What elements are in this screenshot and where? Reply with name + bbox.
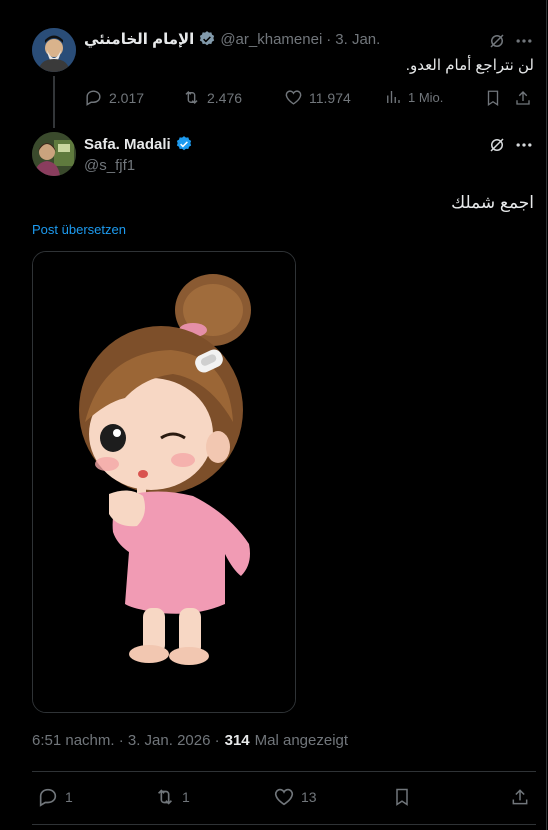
- share-icon: [512, 789, 528, 805]
- more-icon[interactable]: [512, 134, 536, 156]
- reply-button[interactable]: 1: [37, 786, 73, 808]
- like-count: 13: [301, 789, 317, 805]
- quoted-reply-button[interactable]: 2.017: [84, 88, 144, 107]
- share-icon: [516, 91, 530, 105]
- thread-connector-line: [53, 76, 55, 128]
- repost-icon: [185, 90, 198, 105]
- grok-icon[interactable]: [486, 134, 508, 156]
- verified-badge-icon: [175, 135, 193, 153]
- post-meta: 6:51 nachm. · 3. Jan. 2026 · 314 Mal ang…: [32, 732, 348, 749]
- author-avatar[interactable]: [32, 132, 76, 176]
- post-detail-column: الإمام الخامنئي @ar_khamenei · 3. Jan. ل…: [0, 0, 547, 830]
- repost-button[interactable]: 1: [154, 786, 190, 808]
- quoted-like-button[interactable]: 11.974: [284, 88, 351, 107]
- reply-icon: [86, 90, 101, 106]
- repost-icon: [157, 789, 173, 805]
- quoted-view-count: 1 Mio.: [408, 89, 444, 105]
- view-count-label: Mal angezeigt: [254, 732, 349, 749]
- actions-divider: [32, 824, 536, 825]
- quoted-post-text: لن نتراجع أمام العدو.: [405, 57, 534, 74]
- repost-count: 1: [182, 789, 190, 805]
- post-media-image[interactable]: [32, 251, 296, 713]
- translate-post-link[interactable]: Post übersetzen: [32, 222, 126, 237]
- quoted-like-count: 11.974: [309, 89, 351, 106]
- quoted-repost-count: 2.476: [207, 89, 243, 106]
- quoted-bookmark-button[interactable]: [482, 87, 504, 109]
- quoted-author-handle[interactable]: @ar_khamenei: [220, 31, 322, 48]
- share-button[interactable]: [508, 785, 532, 809]
- reply-count: 1: [65, 789, 73, 805]
- post-timestamp[interactable]: 6:51 nachm. · 3. Jan. 2026 ·: [32, 732, 220, 749]
- views-icon: [387, 91, 400, 103]
- author-handle[interactable]: @s_fjf1: [84, 157, 135, 174]
- reply-icon: [39, 788, 57, 807]
- quoted-reply-count: 2.017: [109, 89, 145, 106]
- bookmark-icon: [396, 788, 408, 806]
- quoted-author-avatar-image: [32, 28, 76, 72]
- quoted-views-button[interactable]: 1 Mio.: [384, 88, 443, 106]
- quoted-post-header: الإمام الخامنئي @ar_khamenei · 3. Jan.: [84, 30, 380, 49]
- quoted-author-name[interactable]: الإمام الخامنئي: [84, 30, 194, 48]
- author-avatar-image: [32, 132, 76, 176]
- cartoon-girl-illustration: [33, 252, 295, 712]
- like-button[interactable]: 13: [273, 786, 317, 808]
- heart-icon: [274, 788, 294, 806]
- quoted-author-avatar[interactable]: [32, 28, 76, 72]
- author-name[interactable]: Safa. Madali: [84, 136, 171, 153]
- quoted-grok-icon[interactable]: [486, 30, 508, 52]
- quoted-repost-button[interactable]: 2.476: [182, 88, 242, 107]
- quoted-post-date[interactable]: 3. Jan.: [335, 31, 380, 48]
- post-header: Safa. Madali: [84, 135, 193, 153]
- view-count: 314: [224, 732, 250, 749]
- meta-divider: [32, 771, 536, 772]
- heart-icon: [285, 90, 302, 105]
- quoted-more-icon[interactable]: [512, 30, 536, 52]
- post-text: اجمع شملك: [451, 193, 534, 212]
- quoted-date-separator: ·: [326, 30, 332, 48]
- quoted-share-button[interactable]: [512, 87, 534, 109]
- verified-badge-icon: [198, 30, 216, 48]
- bookmark-button[interactable]: [390, 785, 414, 809]
- bookmark-icon: [487, 90, 499, 107]
